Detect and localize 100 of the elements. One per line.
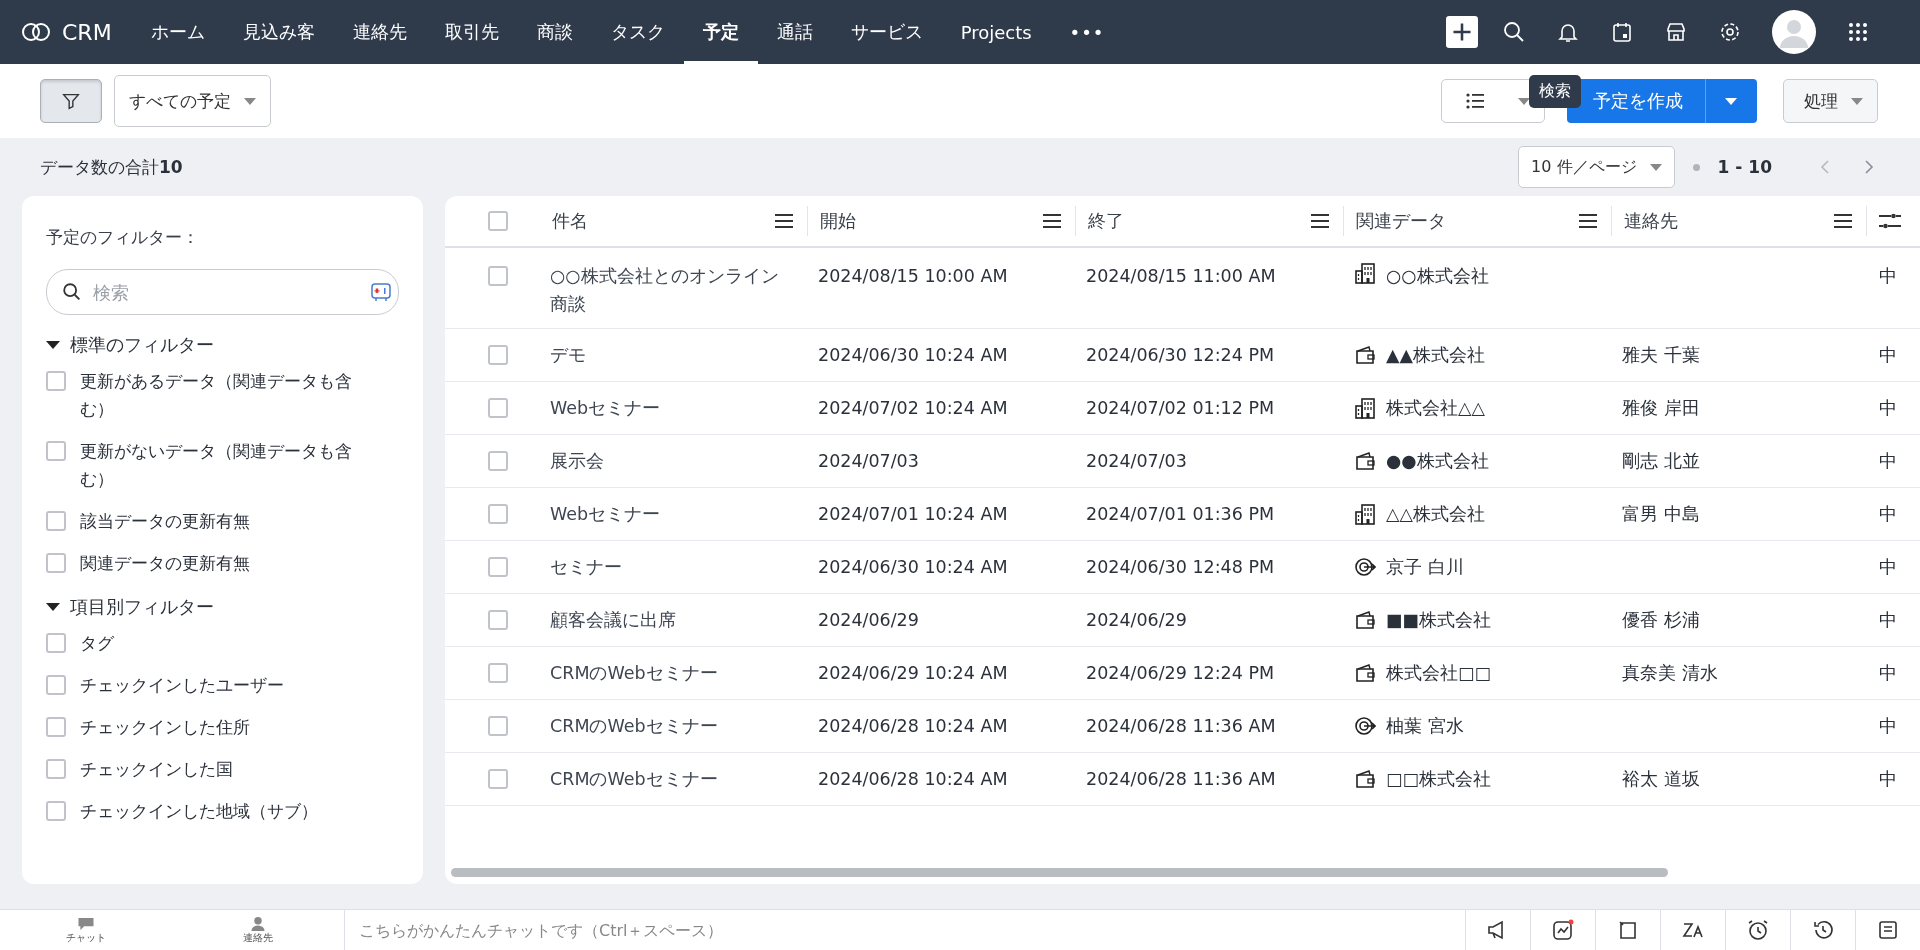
table-cell-text: 中: [1879, 609, 1897, 632]
row-checkbox[interactable]: [487, 716, 508, 736]
chat-button[interactable]: チャット: [0, 910, 172, 950]
section-heading[interactable]: 標準のフィルター: [70, 333, 214, 357]
chat-input-field[interactable]: こちらがかんたんチャットです（Ctrl＋スペース）: [344, 910, 1465, 950]
related-data-cell[interactable]: 株式会社□□: [1386, 659, 1492, 687]
column-menu-icon[interactable]: [1311, 214, 1329, 228]
collapse-triangle-icon[interactable]: [46, 603, 60, 611]
column-header[interactable]: 関連データ: [1356, 209, 1446, 233]
column-menu-icon[interactable]: [775, 214, 793, 228]
nav-tab[interactable]: 商談: [517, 0, 592, 64]
filter-label: 該当データの更新有無: [80, 510, 251, 533]
select-all-checkbox[interactable]: [487, 211, 508, 231]
checkbox[interactable]: [46, 553, 66, 573]
create-dropdown-button[interactable]: [1704, 79, 1757, 123]
store-icon[interactable]: [1664, 20, 1688, 44]
contact-cell[interactable]: 剛志 北並: [1622, 447, 1700, 475]
settings-icon[interactable]: [1718, 20, 1742, 44]
view-dropdown[interactable]: すべての予定: [114, 75, 272, 127]
checkbox[interactable]: [46, 371, 66, 391]
add-icon[interactable]: [1446, 16, 1478, 48]
subject-cell[interactable]: 顧客会議に出席: [550, 606, 676, 634]
nav-tab[interactable]: 連絡先: [333, 0, 426, 64]
filter-button[interactable]: [40, 79, 102, 123]
checkbox[interactable]: [46, 633, 66, 653]
row-checkbox[interactable]: [487, 557, 508, 577]
subject-cell[interactable]: デモ: [550, 341, 586, 369]
checkbox[interactable]: [46, 511, 66, 531]
nav-tab[interactable]: ホーム: [131, 0, 224, 64]
row-checkbox[interactable]: [487, 451, 508, 471]
row-checkbox[interactable]: [487, 504, 508, 524]
search-icon[interactable]: [1502, 20, 1526, 44]
filter-label: チェックインしたユーザー: [80, 674, 285, 697]
column-header[interactable]: 連絡先: [1624, 209, 1678, 233]
related-data-cell[interactable]: 柚葉 宮水: [1386, 712, 1464, 740]
row-checkbox[interactable]: [487, 769, 508, 789]
checkbox[interactable]: [46, 441, 66, 461]
search-field[interactable]: 検索: [46, 269, 399, 315]
checkbox[interactable]: [46, 717, 66, 737]
nav-tab[interactable]: 取引先: [425, 0, 518, 64]
column-header[interactable]: 件名: [552, 209, 588, 233]
row-checkbox[interactable]: [487, 398, 508, 418]
contact-cell[interactable]: 富男 中島: [1622, 500, 1700, 528]
calendar-icon[interactable]: [1610, 20, 1634, 44]
panel-title: 予定のフィルター：: [46, 226, 200, 249]
related-data-cell[interactable]: ○○株式会社: [1386, 262, 1489, 290]
nav-tab[interactable]: 見込み客: [223, 0, 334, 64]
checkbox[interactable]: [46, 759, 66, 779]
related-data-cell[interactable]: □□株式会社: [1386, 765, 1492, 793]
subject-cell[interactable]: Webセミナー: [550, 500, 661, 528]
contact-cell[interactable]: 雅夫 千葉: [1622, 341, 1700, 369]
checkbox[interactable]: [46, 801, 66, 821]
per-page-dropdown[interactable]: 10 件／ページ: [1518, 146, 1675, 188]
app-logo[interactable]: CRM: [62, 19, 112, 45]
related-data-cell[interactable]: △△株式会社: [1386, 500, 1485, 528]
row-checkbox[interactable]: [487, 610, 508, 630]
more-tabs-button[interactable]: •••: [1050, 0, 1124, 64]
apps-grid-icon[interactable]: [1846, 20, 1870, 44]
row-checkbox[interactable]: [487, 266, 508, 286]
related-data-cell[interactable]: 株式会社△△: [1386, 394, 1485, 422]
nav-tab[interactable]: 通話: [757, 0, 832, 64]
row-checkbox[interactable]: [487, 663, 508, 683]
column-menu-icon[interactable]: [1579, 214, 1597, 228]
contact-cell[interactable]: 真奈美 清水: [1622, 659, 1718, 687]
subject-cell[interactable]: セミナー: [550, 553, 622, 581]
row-checkbox[interactable]: [487, 345, 508, 365]
subject-cell[interactable]: Webセミナー: [550, 394, 661, 422]
section-heading[interactable]: 項目別フィルター: [70, 595, 214, 619]
contact-cell[interactable]: 優香 杉浦: [1622, 606, 1700, 634]
related-data-cell[interactable]: 京子 白川: [1386, 553, 1464, 581]
filter-label: 更新がないデータ（関連データも含む）: [80, 440, 353, 491]
end-cell-text: 2024/06/29 12:24 PM: [1086, 662, 1275, 685]
horizontal-scrollbar[interactable]: [451, 868, 1668, 877]
related-data-cell[interactable]: ▲▲株式会社: [1386, 341, 1485, 369]
subject-cell[interactable]: ○○株式会社とのオンライン商談: [550, 262, 782, 318]
contact-cell[interactable]: 裕太 道坂: [1622, 765, 1700, 793]
related-data-cell[interactable]: ■■株式会社: [1386, 606, 1492, 634]
collapse-triangle-icon[interactable]: [46, 341, 60, 349]
end-cell-text: 2024/06/28 11:36 AM: [1086, 768, 1276, 791]
starred-filter-icon[interactable]: [370, 282, 392, 302]
contacts-button[interactable]: 連絡先: [172, 910, 344, 950]
subject-cell[interactable]: CRMのWebセミナー: [550, 765, 718, 793]
contact-cell[interactable]: 雅俊 岸田: [1622, 394, 1700, 422]
table-cell-text: 中: [1879, 662, 1897, 685]
column-settings-icon[interactable]: [1879, 213, 1901, 229]
column-menu-icon[interactable]: [1043, 214, 1061, 228]
nav-tab[interactable]: サービス: [831, 0, 942, 64]
checkbox[interactable]: [46, 675, 66, 695]
subject-cell[interactable]: CRMのWebセミナー: [550, 712, 718, 740]
avatar-icon[interactable]: [1772, 10, 1816, 54]
column-menu-icon[interactable]: [1834, 214, 1852, 228]
nav-tab[interactable]: タスク: [591, 0, 684, 64]
nav-tab[interactable]: Projects: [941, 0, 1051, 64]
subject-cell[interactable]: 展示会: [550, 447, 604, 475]
column-header[interactable]: 開始: [820, 209, 856, 233]
related-data-cell[interactable]: ●●株式会社: [1386, 447, 1489, 475]
actions-dropdown[interactable]: 処理: [1782, 79, 1878, 123]
column-header[interactable]: 終了: [1088, 209, 1124, 233]
filter-label: チェックインした国: [80, 758, 234, 781]
subject-cell[interactable]: CRMのWebセミナー: [550, 659, 718, 687]
